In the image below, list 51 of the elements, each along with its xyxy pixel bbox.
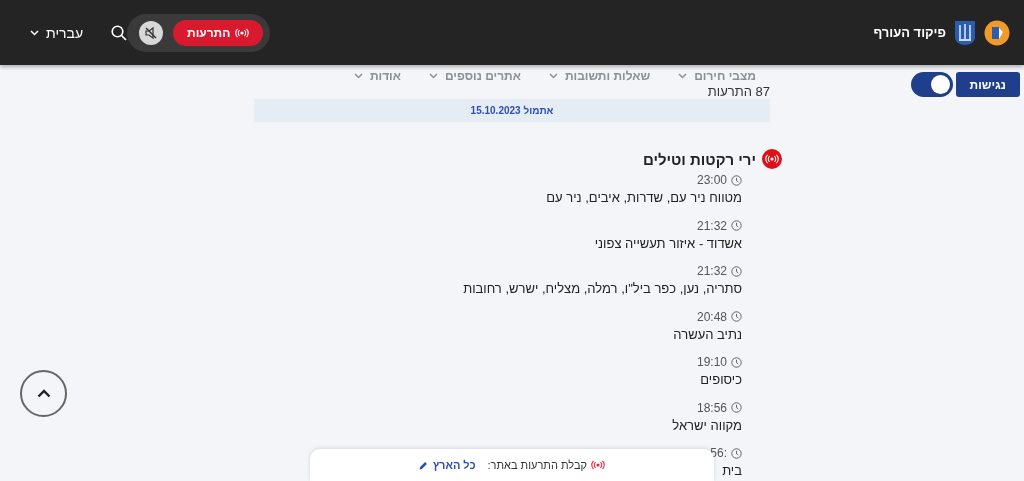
back-to-top-button[interactable] bbox=[20, 370, 67, 417]
chevron-up-icon bbox=[36, 389, 51, 398]
accessibility-toggle[interactable] bbox=[910, 72, 953, 97]
clock-icon bbox=[731, 174, 742, 186]
clock-icon bbox=[731, 311, 742, 322]
speaker-muted-icon bbox=[144, 25, 159, 40]
shield-logo-icon bbox=[984, 19, 1010, 46]
clock-icon bbox=[731, 265, 742, 277]
alert-time: 20:48 bbox=[696, 309, 727, 324]
search-icon[interactable] bbox=[111, 24, 128, 41]
alert-locations: נתיב העשרה bbox=[673, 326, 742, 343]
clock-icon bbox=[731, 402, 742, 413]
alert-time: 19:10 bbox=[696, 355, 727, 369]
alert-category-title: ירי רקטות וטילים bbox=[642, 150, 756, 168]
nav-menu-item[interactable]: שאלות ותשובות bbox=[548, 69, 651, 83]
accessibility-button[interactable]: נגישות bbox=[955, 72, 1020, 97]
alert-locations: סתריה, נען, כפר ביל"ו, רמלה, מצליח, ישרש, רחובות bbox=[463, 281, 742, 297]
alert-locations: מקווה ישראל bbox=[672, 417, 742, 434]
alert-time: 21:32 bbox=[696, 264, 727, 278]
emblem-icon bbox=[954, 19, 976, 46]
chevron-down-icon bbox=[353, 73, 363, 79]
alert-locations: מטווח ניר עם, שדרות, איבים, ניר עם bbox=[546, 190, 742, 206]
chevron-down-icon bbox=[428, 73, 438, 79]
alert-signal-icon bbox=[235, 27, 250, 38]
alert-locations: אשדוד - איזור תעשייה צפוני bbox=[594, 235, 742, 252]
clock-icon bbox=[731, 356, 742, 368]
alert-time: 23:00 bbox=[696, 173, 727, 187]
alert-count: 87 התרעות bbox=[707, 84, 770, 99]
chevron-down-icon bbox=[678, 73, 688, 79]
alert-signal-icon bbox=[762, 149, 782, 169]
alert-time: 21:32 bbox=[696, 218, 727, 233]
date-banner: אתמול 15.10.2023 bbox=[254, 99, 770, 122]
site-title[interactable]: פיקוד העורף bbox=[873, 25, 946, 40]
alert-locations: כיסופים bbox=[700, 372, 742, 388]
alert-locations: בית bbox=[722, 463, 742, 479]
alert-time: :56 bbox=[710, 446, 727, 460]
chevron-down-icon bbox=[548, 73, 558, 79]
alert-area-label: קבלת התרעות באתר: bbox=[487, 459, 588, 471]
language-selector[interactable]: עברית bbox=[30, 24, 84, 41]
pencil-icon bbox=[419, 460, 428, 470]
alert-area-link[interactable]: כל הארץ bbox=[419, 459, 476, 471]
alerts-button[interactable]: התרעות bbox=[173, 19, 264, 46]
alert-time: 18:56 bbox=[696, 400, 727, 415]
clock-icon bbox=[731, 220, 742, 231]
clock-icon bbox=[731, 447, 742, 459]
sound-toggle[interactable] bbox=[139, 20, 164, 45]
chevron-down-icon bbox=[30, 29, 39, 36]
nav-menu-item[interactable]: אודות bbox=[353, 69, 401, 83]
alert-signal-icon bbox=[591, 460, 606, 470]
nav-menu-item[interactable]: מצבי חירום bbox=[678, 69, 756, 83]
nav-menu-item[interactable]: אתרים נוספים bbox=[428, 69, 521, 83]
